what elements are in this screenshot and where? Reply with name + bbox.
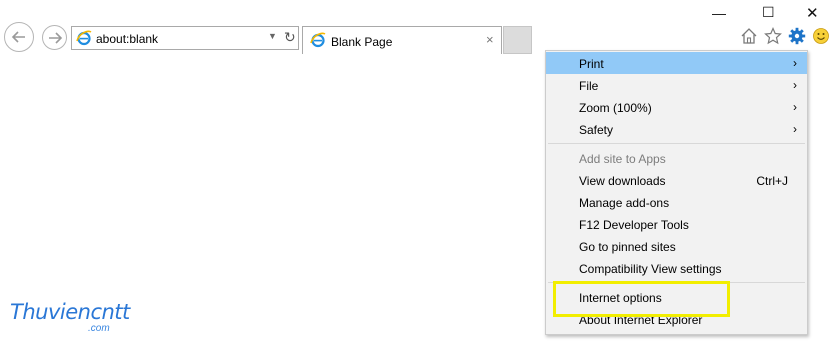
tab-close-icon[interactable]: × — [486, 32, 494, 47]
maximize-button[interactable]: ☐ — [762, 4, 775, 21]
menu-item-print[interactable]: Print › — [546, 52, 807, 74]
address-dropdown-icon[interactable]: ▼ — [268, 31, 277, 41]
chevron-right-icon: › — [793, 100, 797, 114]
tab-blank-page[interactable]: Blank Page × — [302, 26, 502, 54]
chevron-right-icon: › — [793, 56, 797, 70]
ie-logo-icon — [76, 30, 92, 46]
smiley-icon[interactable] — [812, 27, 830, 45]
back-button[interactable] — [4, 22, 34, 52]
menu-item-compatibility-view-settings[interactable]: Compatibility View settings — [546, 257, 807, 279]
back-arrow-icon — [11, 31, 25, 43]
menu-item-add-site-to-apps: Add site to Apps — [579, 152, 666, 166]
watermark-domain: .com — [88, 323, 110, 334]
home-icon[interactable] — [740, 27, 758, 45]
annotation-highlight-box — [553, 281, 730, 317]
gear-icon[interactable] — [788, 27, 806, 45]
new-tab-button[interactable] — [503, 26, 532, 54]
forward-arrow-icon — [48, 31, 62, 44]
address-bar[interactable]: about:blank ▼ ↻ — [71, 26, 299, 50]
menu-item-go-to-pinned-sites[interactable]: Go to pinned sites — [546, 235, 807, 257]
shortcut-label: Ctrl+J — [756, 174, 788, 188]
ie-logo-icon — [310, 32, 326, 48]
menu-item-manage-addons[interactable]: Manage add-ons — [546, 191, 807, 213]
menu-item-safety[interactable]: Safety › — [546, 118, 807, 140]
menu-item-file[interactable]: File › — [546, 74, 807, 96]
close-window-button[interactable]: ✕ — [806, 4, 819, 22]
refresh-icon[interactable]: ↻ — [284, 29, 296, 46]
tab-title: Blank Page — [331, 35, 393, 49]
forward-button[interactable] — [42, 25, 67, 50]
minimize-button[interactable]: — — [712, 5, 726, 21]
menu-item-zoom[interactable]: Zoom (100%) › — [546, 96, 807, 118]
chevron-right-icon: › — [793, 122, 797, 136]
address-input[interactable]: about:blank — [96, 32, 158, 46]
menu-item-f12-developer-tools[interactable]: F12 Developer Tools — [546, 213, 807, 235]
menu-separator — [548, 143, 805, 144]
menu-item-view-downloads[interactable]: View downloads Ctrl+J — [546, 169, 807, 191]
star-icon[interactable] — [764, 27, 782, 45]
watermark-logo: Thuviencntt — [10, 300, 130, 324]
chevron-right-icon: › — [793, 78, 797, 92]
